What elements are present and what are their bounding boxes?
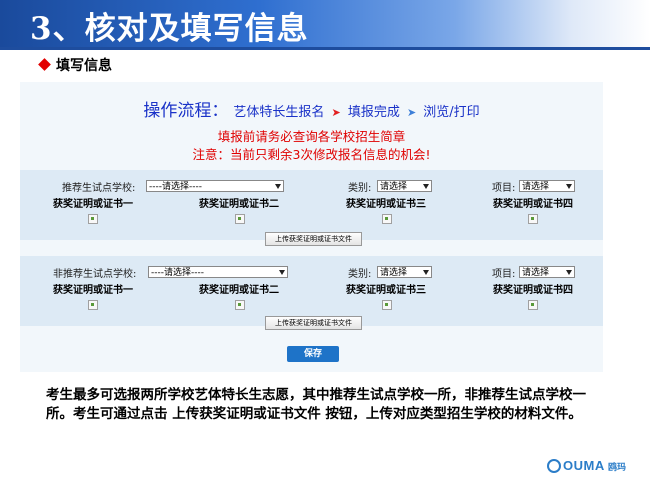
- broken-image-icon: [235, 300, 245, 310]
- cert-label-3: 获奖证明或证书三: [346, 285, 426, 296]
- category-select[interactable]: 请选择: [377, 180, 432, 192]
- save-button[interactable]: 保存: [287, 346, 339, 362]
- item-label: 项目:: [492, 269, 516, 280]
- flow-step-3: 浏览/打印: [423, 105, 480, 120]
- notice-line-2: 注意：当前只剩余3次修改报名信息的机会!: [192, 147, 431, 162]
- cert-label-1: 获奖证明或证书一: [53, 199, 133, 210]
- broken-image-icon: [235, 214, 245, 224]
- cert-label-4: 获奖证明或证书四: [493, 285, 573, 296]
- upload-cert-button-1[interactable]: 上传获奖证明或证书文件: [265, 232, 362, 246]
- item-select[interactable]: 请选择: [519, 180, 575, 192]
- title-rule: [0, 47, 650, 50]
- item-label: 项目:: [492, 183, 516, 194]
- chevron-down-icon: [423, 270, 429, 275]
- cert-label-4: 获奖证明或证书四: [493, 199, 573, 210]
- subheading-text: 填写信息: [56, 58, 112, 74]
- category-label: 类别:: [348, 269, 372, 280]
- broken-image-icon: [382, 214, 392, 224]
- broken-image-icon: [88, 214, 98, 224]
- item-select[interactable]: 请选择: [519, 266, 575, 278]
- flow-step-2: 填报完成: [347, 105, 400, 120]
- flow-arrow-icon: ➤: [331, 106, 341, 119]
- logo-cn: 鸥玛: [608, 463, 627, 473]
- category-label: 类别:: [348, 183, 372, 194]
- cert-label-1: 获奖证明或证书一: [53, 285, 133, 296]
- flow-step-1: 艺体特长生报名: [233, 105, 325, 120]
- broken-image-icon: [528, 300, 538, 310]
- ouma-logo: OUMA 鸥玛: [547, 458, 627, 474]
- notice-line-1: 填报前请务必查询各学校招生简章: [217, 129, 406, 144]
- flow-label: 操作流程：: [143, 101, 229, 121]
- chevron-down-icon: [566, 184, 572, 189]
- non-recommended-school-select[interactable]: ----请选择----: [148, 266, 288, 278]
- cert-label-3: 获奖证明或证书三: [346, 199, 426, 210]
- chevron-down-icon: [566, 270, 572, 275]
- non-recommended-school-label: 非推荐生试点学校:: [53, 269, 137, 280]
- description-paragraph: 考生最多可选报两所学校艺体特长生志愿，其中推荐生试点学校一所，非推荐生试点学校一…: [46, 387, 586, 422]
- broken-image-icon: [382, 300, 392, 310]
- slide-title: 3、核对及填写信息: [30, 11, 309, 47]
- logo-brand: OUMA: [563, 458, 605, 473]
- upload-cert-button-2[interactable]: 上传获奖证明或证书文件: [265, 316, 362, 330]
- flow-row: 操作流程： 艺体特长生报名 ➤ 填报完成 ➤ 浏览/打印: [20, 96, 603, 121]
- chevron-down-icon: [279, 270, 285, 275]
- cert-label-2: 获奖证明或证书二: [199, 199, 279, 210]
- recommended-school-label: 推荐生试点学校:: [62, 183, 136, 194]
- broken-image-icon: [528, 214, 538, 224]
- category-select[interactable]: 请选择: [377, 266, 432, 278]
- broken-image-icon: [88, 300, 98, 310]
- chevron-down-icon: [423, 184, 429, 189]
- flow-arrow-icon: ➤: [406, 106, 417, 119]
- subheading: 填写信息: [38, 55, 112, 75]
- recommended-school-select[interactable]: ----请选择----: [146, 180, 284, 192]
- red-diamond-icon: [38, 58, 51, 71]
- chevron-down-icon: [275, 184, 281, 189]
- form-panel: 操作流程： 艺体特长生报名 ➤ 填报完成 ➤ 浏览/打印 填报前请务必查询各学校…: [20, 82, 603, 372]
- cert-label-2: 获奖证明或证书二: [199, 285, 279, 296]
- logo-ring-icon: [547, 459, 561, 473]
